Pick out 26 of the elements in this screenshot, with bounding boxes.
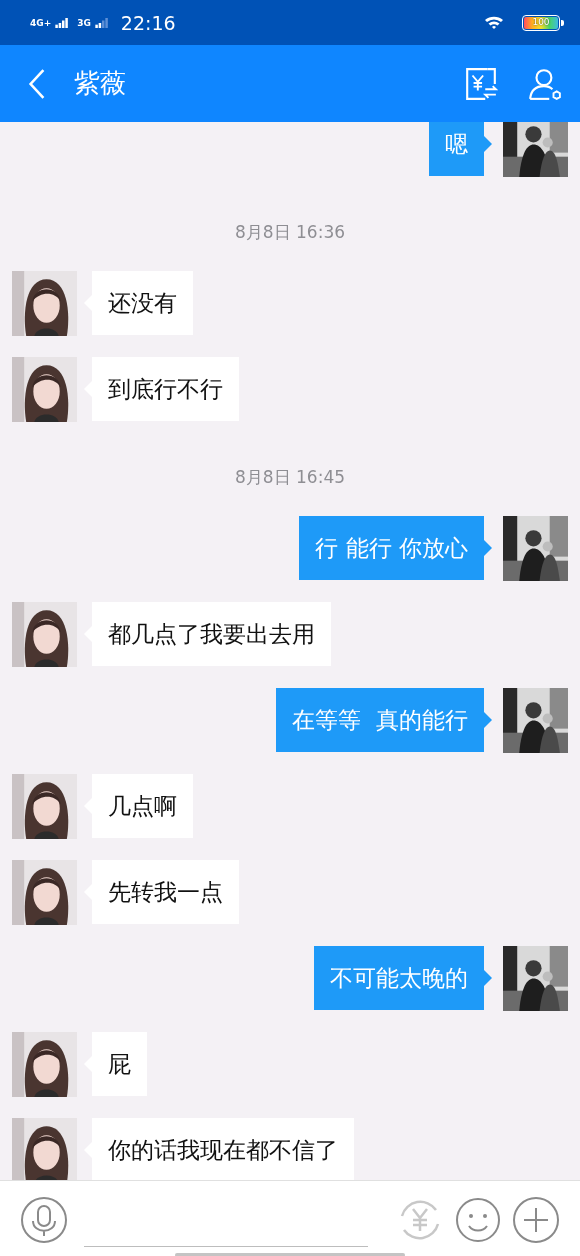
message-bubble: 都几点了我要出去用 [84,602,331,666]
plus-icon[interactable] [512,1196,560,1244]
message-bubble: 到底行不行 [84,357,239,421]
message-bubble: 屁 [84,1032,147,1096]
profile-settings-icon[interactable] [528,66,562,101]
timestamp: 8月8日 16:45 [235,465,345,489]
clock: 22:16 [120,11,176,34]
message-bubble: 还没有 [84,271,193,335]
signal-icon [94,17,109,28]
signal-icon [55,17,70,28]
message-bubble: 在等等 真的能行 [276,688,492,752]
message-bubble: 不可能太晚的 [314,946,492,1010]
message-bubble: 嗯 [429,122,492,176]
back-icon[interactable] [28,67,46,100]
contact-name: 紫薇 [74,67,126,100]
wifi-icon [484,14,504,31]
message-bubble: 行 能行 你放心 [299,516,492,580]
message-bubble: 先转我一点 [84,860,239,924]
money-transfer-icon[interactable] [464,66,498,101]
emoji-icon[interactable] [454,1196,502,1244]
network-label: 4G+ [30,17,52,28]
message-bubble: 几点啊 [84,774,193,838]
timestamp: 8月8日 16:36 [235,220,345,244]
microphone-icon[interactable] [20,1196,68,1244]
network-label: 3G [77,17,91,28]
message-bubble: 你的话我现在都不信了 [84,1118,354,1180]
